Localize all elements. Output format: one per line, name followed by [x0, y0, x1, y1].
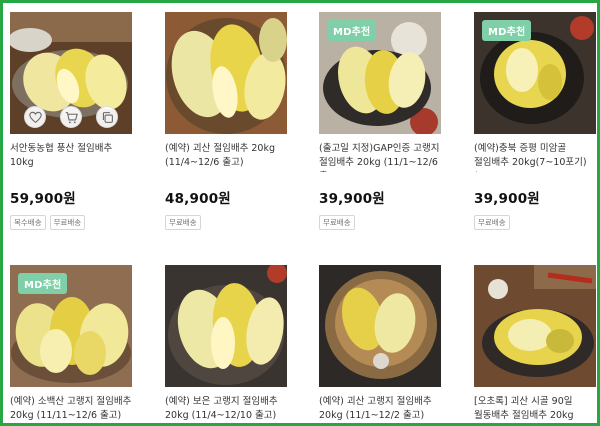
product-image[interactable] — [165, 12, 287, 134]
product-image[interactable] — [165, 265, 287, 387]
product-title[interactable]: 서안동농협 풍산 절임배추 10kg — [10, 142, 132, 172]
add-to-cart-button[interactable] — [60, 106, 82, 128]
product-card[interactable]: MD추천 (출고일 지정)GAP인증 고랭지 절임배추 20kg (11/1~1… — [319, 12, 441, 230]
product-image[interactable] — [319, 265, 441, 387]
product-title[interactable]: (예약) 괴산 고랭지 절임배추 20kg (11/1~12/2 출고) — [319, 395, 441, 423]
tag-free-shipping: 무료배송 — [474, 215, 510, 230]
product-card[interactable]: (예약) 괴산 절임배추 20kg (11/4~12/6 출고) 48,900원… — [165, 12, 287, 230]
product-price: 48,900원 — [165, 191, 231, 207]
product-grid-frame: 서안동농협 풍산 절임배추 10kg 59,900원 복수배송 무료배송 (예약… — [0, 0, 600, 426]
product-title[interactable]: [오초록] 괴산 시골 90일 월동배추 절임배추 20kg (8~10 포..… — [474, 395, 596, 423]
product-title[interactable]: (출고일 지정)GAP인증 고랭지 절임배추 20kg (11/1~12/6 출… — [319, 142, 441, 172]
tag-free-shipping: 무료배송 — [319, 215, 355, 230]
tag-multi-delivery: 복수배송 — [10, 215, 46, 230]
wishlist-button[interactable] — [24, 106, 46, 128]
heart-icon — [28, 111, 42, 123]
product-card[interactable]: MD추천 (예약)충북 증평 미암골 절임배추 20kg(7~10포기) (11… — [474, 12, 596, 230]
product-title[interactable]: (예약) 소백산 고랭지 절임배추 20kg (11/11~12/6 출고) — [10, 395, 132, 423]
md-pick-badge: MD추천 — [18, 273, 68, 294]
product-card[interactable]: [오초록] 괴산 시골 90일 월동배추 절임배추 20kg (8~10 포..… — [474, 265, 596, 423]
cart-icon — [65, 111, 78, 123]
cabbage-image — [319, 265, 441, 387]
tag-free-shipping: 무료배송 — [165, 215, 201, 230]
product-title[interactable]: (예약) 보은 고랭지 절임배추 20kg (11/4~12/10 출고) — [165, 395, 287, 423]
quick-actions — [10, 106, 132, 128]
product-image[interactable]: MD추천 — [10, 265, 132, 387]
cabbage-image — [474, 265, 596, 387]
product-price: 39,900원 — [474, 191, 540, 207]
product-title[interactable]: (예약) 괴산 절임배추 20kg (11/4~12/6 출고) — [165, 142, 287, 172]
product-image[interactable]: MD추천 — [474, 12, 596, 134]
copy-icon — [102, 111, 113, 123]
product-card[interactable]: MD추천 (예약) 소백산 고랭지 절임배추 20kg (11/11~12/6 … — [10, 265, 132, 423]
product-image[interactable] — [10, 12, 132, 134]
md-pick-badge: MD추천 — [327, 20, 377, 41]
product-card[interactable]: (예약) 괴산 고랭지 절임배추 20kg (11/1~12/2 출고) — [319, 265, 441, 423]
tag-free-shipping: 무료배송 — [49, 215, 86, 230]
product-image[interactable]: MD추천 — [319, 12, 441, 134]
product-image[interactable] — [474, 265, 596, 387]
product-card[interactable]: (예약) 보은 고랭지 절임배추 20kg (11/4~12/10 출고) — [165, 265, 287, 423]
product-card[interactable]: 서안동농협 풍산 절임배추 10kg 59,900원 복수배송 무료배송 — [10, 12, 132, 230]
product-tags: 무료배송 — [474, 215, 596, 230]
copy-button[interactable] — [96, 106, 118, 128]
product-grid: 서안동농협 풍산 절임배추 10kg 59,900원 복수배송 무료배송 (예약… — [3, 3, 597, 423]
product-tags: 복수배송 무료배송 — [10, 215, 132, 230]
product-title[interactable]: (예약)충북 증평 미암골 절임배추 20kg(7~10포기) (11/1~12… — [474, 142, 596, 172]
product-price: 59,900원 — [10, 191, 76, 207]
product-price: 39,900원 — [319, 191, 385, 207]
cabbage-image — [165, 12, 287, 134]
cabbage-image — [165, 265, 287, 387]
product-tags: 무료배송 — [319, 215, 441, 230]
md-pick-badge: MD추천 — [482, 20, 532, 41]
product-tags: 무료배송 — [165, 215, 287, 230]
